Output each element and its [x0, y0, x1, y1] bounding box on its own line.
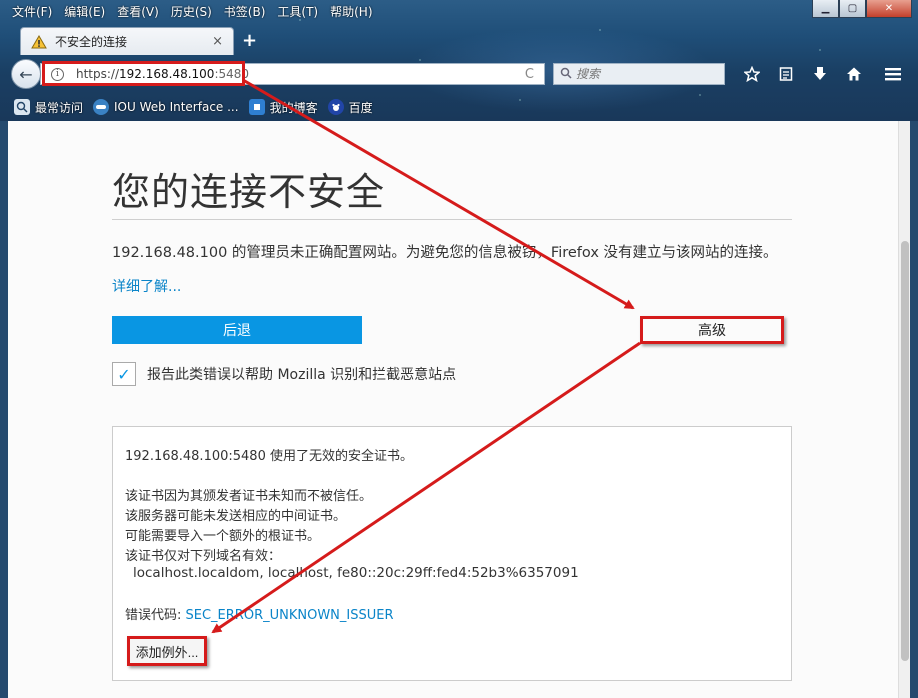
go-back-button[interactable]: 后退 [112, 316, 362, 344]
error-description: 192.168.48.100 的管理员未正确配置网站。为避免您的信息被窃，Fir… [112, 245, 778, 261]
download-icon[interactable] [803, 63, 837, 85]
window-frame-right [910, 121, 918, 698]
error-code-row: 错误代码: SEC_ERROR_UNKNOWN_ISSUER [125, 604, 394, 623]
toolbar-icons [735, 63, 871, 85]
back-arrow-button[interactable]: ← [11, 59, 41, 89]
iou-icon [93, 99, 110, 115]
blog-icon [248, 99, 265, 115]
cert-valid-domains: localhost.localdom, localhost, fe80::20c… [133, 565, 579, 581]
advanced-button[interactable]: 高级 [640, 316, 784, 344]
minimize-button[interactable]: ▁ [812, 0, 839, 18]
close-window-button[interactable]: ✕ [866, 0, 912, 18]
reload-icon[interactable]: C [525, 67, 534, 82]
page-title: 您的连接不安全 [112, 170, 386, 214]
bookmark-iou[interactable]: IOU Web Interface ... [93, 99, 239, 115]
tab-close-icon[interactable]: × [212, 34, 223, 49]
menu-edit[interactable]: 编辑(E) [58, 3, 111, 21]
most-visited-icon [14, 99, 30, 115]
error-code-label: 错误代码: [125, 608, 186, 623]
page-scrollbar[interactable] [898, 121, 910, 698]
advanced-panel: 192.168.48.100:5480 使用了无效的安全证书。 该证书因为其颁发… [112, 426, 792, 681]
bookmark-blog[interactable]: 我的博客 [248, 99, 318, 116]
bookmark-baidu[interactable]: 百度 [327, 99, 373, 116]
menu-help[interactable]: 帮助(H) [324, 3, 378, 21]
menu-bookmarks[interactable]: 书签(B) [218, 3, 272, 21]
tab-insecure-connection[interactable]: 不安全的连接 × [20, 27, 234, 55]
home-icon[interactable] [837, 63, 871, 85]
bookmark-most-visited[interactable]: 最常访问 [14, 99, 83, 116]
error-code-link[interactable]: SEC_ERROR_UNKNOWN_ISSUER [186, 608, 394, 623]
cert-reason: 该证书仅对下列域名有效： [125, 549, 282, 564]
search-bar[interactable] [553, 63, 725, 85]
scrollbar-thumb[interactable] [901, 241, 909, 661]
bookmark-label: 最常访问 [35, 100, 84, 115]
report-errors-checkbox[interactable]: ✓ [112, 362, 136, 386]
divider [112, 219, 792, 220]
menu-history[interactable]: 历史(S) [165, 3, 218, 21]
url-highlight-annotation [42, 61, 245, 86]
cert-reason: 该服务器可能未发送相应的中间证书。 [125, 509, 347, 524]
menu-tools[interactable]: 工具(T) [271, 3, 324, 21]
cert-summary: 192.168.48.100:5480 使用了无效的安全证书。 [125, 449, 413, 464]
baidu-icon [327, 99, 344, 115]
cert-reason: 该证书因为其颁发者证书未知而不被信任。 [125, 489, 373, 504]
bookmark-label: 我的博客 [269, 100, 318, 115]
menu-file[interactable]: 文件(F) [6, 3, 58, 21]
menu-view[interactable]: 查看(V) [111, 3, 165, 21]
cert-reason: 可能需要导入一个额外的根证书。 [125, 529, 321, 544]
menu-icon[interactable] [880, 63, 906, 85]
bookmark-label: IOU Web Interface ... [114, 100, 239, 114]
add-exception-button[interactable]: 添加例外... [127, 636, 207, 666]
maximize-button[interactable]: ▢ [839, 0, 866, 18]
menu-bar: 文件(F) 编辑(E) 查看(V) 历史(S) 书签(B) 工具(T) 帮助(H… [6, 3, 379, 21]
search-icon [560, 67, 572, 82]
window-controls: ▁ ▢ ✕ [812, 0, 912, 18]
reading-list-icon[interactable] [769, 63, 803, 85]
window-frame-left [0, 121, 8, 698]
tab-title: 不安全的连接 [55, 35, 128, 49]
warning-icon [31, 34, 47, 48]
bookmark-label: 百度 [348, 100, 373, 115]
report-errors-label: 报告此类错误以帮助 Mozilla 识别和拦截恶意站点 [147, 367, 457, 383]
search-input[interactable] [576, 67, 716, 81]
page-content: 您的连接不安全 192.168.48.100 的管理员未正确配置网站。为避免您的… [8, 121, 898, 698]
report-errors-row: ✓ 报告此类错误以帮助 Mozilla 识别和拦截恶意站点 [112, 362, 456, 386]
learn-more-link[interactable]: 详细了解... [112, 276, 181, 296]
star-icon[interactable] [735, 63, 769, 85]
new-tab-button[interactable]: + [242, 30, 257, 51]
bookmarks-toolbar: 最常访问 IOU Web Interface ... 我的博客 百度 [0, 95, 918, 119]
